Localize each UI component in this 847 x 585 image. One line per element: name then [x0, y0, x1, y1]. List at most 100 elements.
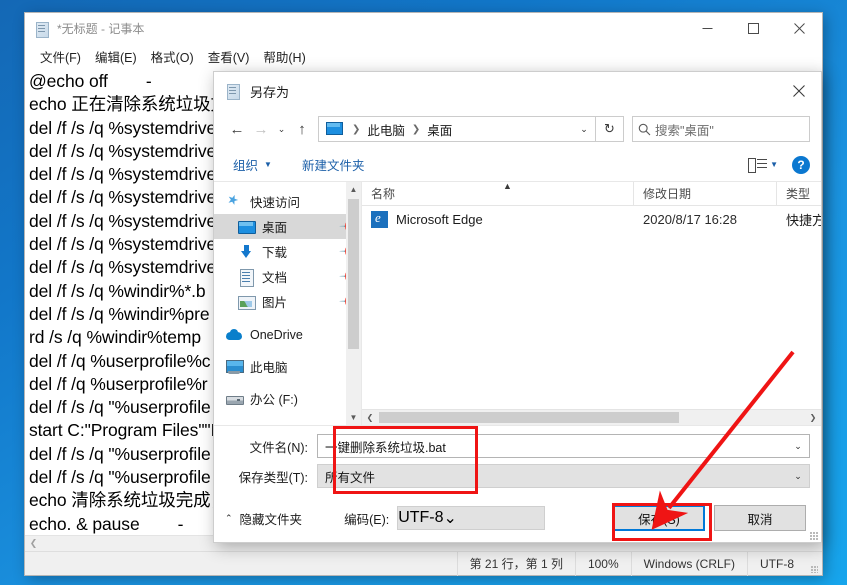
chevron-down-icon[interactable]: ⌄	[444, 508, 457, 528]
sort-ascending-icon: ▲	[503, 181, 512, 191]
file-modified-cell: 2020/8/17 16:28	[643, 212, 737, 227]
edge-shortcut-icon	[371, 211, 388, 228]
dialog-resize-grip[interactable]	[810, 532, 819, 541]
caret-up-icon: ⌃	[225, 512, 233, 523]
breadcrumb-separator: ❯	[411, 123, 421, 135]
new-folder-button[interactable]: 新建文件夹	[294, 152, 373, 177]
status-cursor-position: 第 21 行，第 1 列	[456, 551, 575, 576]
desktop-icon	[238, 219, 256, 235]
quick-access-star-icon	[226, 194, 243, 210]
navigation-pane-scrollbar[interactable]: ▲ ▼	[346, 182, 361, 425]
scroll-up-icon[interactable]: ▲	[346, 182, 361, 197]
notepad-text-content[interactable]: @echo off - echo 正在清除系统垃圾文 del /f /s /q …	[29, 70, 228, 536]
scroll-down-icon[interactable]: ▼	[346, 410, 361, 425]
menu-view[interactable]: 查看(V)	[201, 44, 257, 70]
sidebar-item-onedrive[interactable]: OneDrive	[214, 322, 361, 347]
save-as-dialog: 另存为 ← → ⌄ ↑ ❯ 此电脑 ❯ 桌面 ⌄ ↻ 搜索"桌面" 组织 ▼ 新…	[213, 71, 822, 543]
sidebar-item-downloads[interactable]: 下载 📌	[214, 239, 361, 264]
save-button[interactable]: 保存(S)	[613, 505, 705, 531]
dialog-footer: ⌃ 隐藏文件夹 编码(E): UTF-8 ⌄ 保存(S) 取消	[214, 494, 821, 542]
notepad-window-controls	[684, 13, 822, 44]
sidebar-item-drive-f[interactable]: 办公 (F:)	[214, 386, 361, 411]
sidebar-item-label: 快速访问	[250, 196, 301, 210]
dialog-body: 快速访问 桌面 📌 下载 📌 文档 📌	[214, 181, 821, 426]
notepad-titlebar[interactable]: *无标题 - 记事本	[25, 13, 822, 44]
search-input[interactable]: 搜索"桌面"	[655, 120, 714, 139]
hide-folders-label: 隐藏文件夹	[239, 512, 303, 527]
file-name-cell[interactable]: Microsoft Edge	[362, 211, 634, 228]
sidebar-item-label: 桌面	[262, 221, 288, 235]
back-button[interactable]: ←	[225, 116, 249, 142]
drive-icon	[226, 391, 244, 407]
filetype-select[interactable]: 所有文件 ⌄	[317, 464, 810, 488]
pictures-icon	[238, 294, 256, 310]
chevron-down-icon[interactable]: ⌄	[787, 471, 809, 482]
recent-locations-icon[interactable]: ⌄	[273, 116, 290, 142]
menu-file[interactable]: 文件(F)	[33, 44, 88, 70]
view-layout-icon[interactable]	[748, 157, 768, 173]
maximize-button[interactable]	[730, 13, 776, 44]
dialog-toolbar: 组织 ▼ 新建文件夹 ▼ ?	[214, 148, 821, 182]
chevron-down-icon[interactable]: ⌄	[787, 441, 809, 452]
cancel-button[interactable]: 取消	[714, 505, 806, 531]
menu-help[interactable]: 帮助(H)	[256, 44, 312, 70]
dialog-navigation-bar: ← → ⌄ ↑ ❯ 此电脑 ❯ 桌面 ⌄ ↻ 搜索"桌面"	[214, 110, 821, 148]
organize-button[interactable]: 组织 ▼	[225, 152, 280, 177]
search-box[interactable]: 搜索"桌面"	[632, 116, 810, 142]
scrollbar-thumb[interactable]	[348, 199, 359, 349]
scrollbar-thumb[interactable]	[379, 412, 679, 423]
menu-edit[interactable]: 编辑(E)	[88, 44, 144, 70]
dialog-title: 另存为	[250, 84, 290, 100]
status-line-ending: Windows (CRLF)	[630, 551, 747, 576]
sidebar-item-this-pc[interactable]: 此电脑	[214, 354, 361, 379]
sidebar-item-pictures[interactable]: 图片 📌	[214, 289, 361, 314]
breadcrumb-item-this-pc[interactable]: 此电脑	[365, 120, 407, 139]
menu-format[interactable]: 格式(O)	[144, 44, 201, 70]
organize-label: 组织	[233, 159, 259, 173]
breadcrumb[interactable]: ❯ 此电脑 ❯ 桌面 ⌄	[318, 116, 596, 142]
filename-value: 一键删除系统垃圾.bat	[325, 440, 446, 455]
close-button[interactable]	[776, 13, 822, 44]
table-row[interactable]: Microsoft Edge 2020/8/17 16:28 快捷方	[362, 206, 821, 233]
documents-icon	[238, 268, 255, 287]
dialog-close-button[interactable]	[777, 76, 821, 106]
file-list-horizontal-scrollbar[interactable]: ❮ ❯	[362, 409, 821, 425]
scroll-right-icon[interactable]: ❯	[805, 410, 821, 426]
notepad-statusbar: 第 21 行，第 1 列 100% Windows (CRLF) UTF-8	[25, 551, 822, 576]
refresh-button[interactable]: ↻	[596, 116, 624, 142]
filename-label: 文件名(N):	[249, 440, 308, 455]
scroll-left-icon[interactable]: ❮	[362, 410, 378, 426]
up-button[interactable]: ↑	[290, 116, 314, 142]
onedrive-icon	[226, 327, 243, 343]
breadcrumb-item-desktop[interactable]: 桌面	[425, 120, 454, 139]
sidebar-item-label: 文档	[262, 271, 288, 285]
this-pc-icon	[226, 359, 244, 375]
column-header-name[interactable]: 名称	[362, 181, 634, 206]
encoding-group: 编码(E): UTF-8 ⌄	[344, 506, 546, 530]
help-button[interactable]: ?	[792, 155, 810, 174]
chevron-down-icon[interactable]: ⌄	[573, 117, 595, 141]
toolbar-right-group: ▼ ?	[748, 155, 810, 174]
dialog-titlebar[interactable]: 另存为	[214, 72, 821, 110]
downloads-icon	[238, 244, 255, 260]
sidebar-item-label: 下载	[262, 246, 288, 260]
forward-button[interactable]: →	[249, 116, 273, 142]
notepad-icon	[34, 21, 50, 38]
dialog-buttons: 保存(S) 取消	[613, 505, 810, 531]
notepad-title: *无标题 - 记事本	[57, 22, 145, 36]
sidebar-item-documents[interactable]: 文档 📌	[214, 264, 361, 289]
sidebar-item-quick-access[interactable]: 快速访问	[214, 189, 361, 214]
navigation-list: 快速访问 桌面 📌 下载 📌 文档 📌	[214, 182, 361, 411]
encoding-select[interactable]: UTF-8 ⌄	[397, 506, 546, 530]
column-header-modified[interactable]: 修改日期	[634, 181, 777, 206]
resize-grip[interactable]	[806, 552, 822, 576]
filename-input[interactable]: 一键删除系统垃圾.bat ⌄	[317, 434, 810, 458]
navigation-pane: 快速访问 桌面 📌 下载 📌 文档 📌	[214, 182, 362, 425]
caret-down-icon[interactable]: ▼	[770, 160, 778, 169]
column-header-type[interactable]: 类型	[777, 182, 821, 206]
scroll-left-icon[interactable]: ❮	[25, 536, 42, 552]
minimize-button[interactable]	[684, 13, 730, 44]
file-list-pane: 名称 修改日期 类型 ▲ Microsoft Edge 2020/8/17 16…	[362, 181, 821, 425]
sidebar-item-desktop[interactable]: 桌面 📌	[214, 214, 361, 239]
hide-folders-toggle[interactable]: ⌃ 隐藏文件夹	[225, 509, 302, 528]
